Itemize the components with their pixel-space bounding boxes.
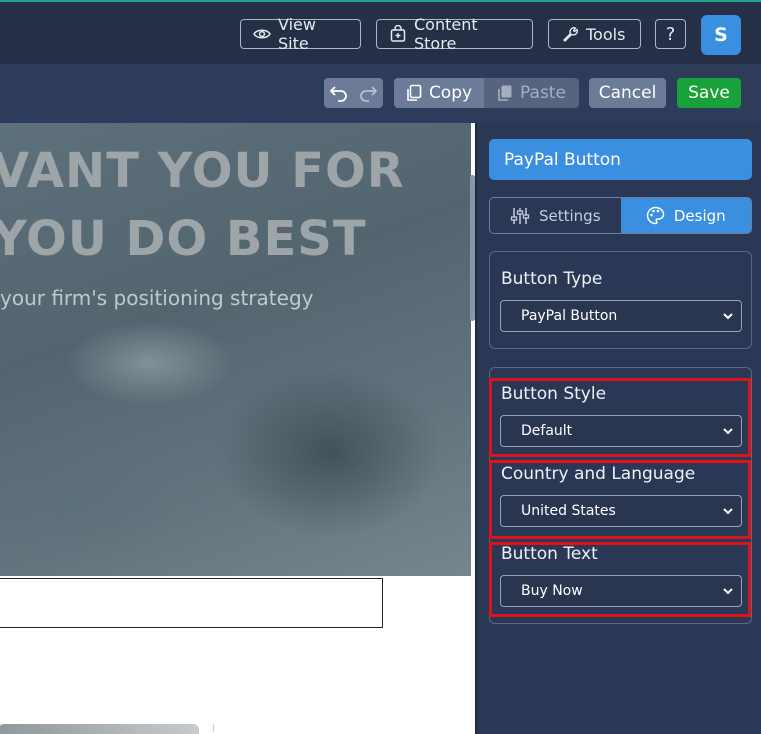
button-type-select[interactable]: PayPal Button: [500, 300, 742, 332]
highlight-button-text: [489, 542, 751, 617]
divider: [213, 724, 214, 732]
eye-icon: [253, 29, 271, 39]
view-site-label: View Site: [278, 15, 316, 53]
hero-section[interactable]: VANT YOU FOR YOU DO BEST your firm's pos…: [0, 123, 471, 576]
undo-redo-group: [324, 78, 383, 108]
copy-icon: [407, 84, 422, 101]
chevron-down-icon: [723, 313, 733, 320]
save-label: Save: [688, 83, 730, 103]
properties-panel: PayPal Button Settings Design Button Typ…: [475, 123, 761, 734]
copy-button[interactable]: Copy: [394, 78, 484, 108]
sliders-icon: [510, 207, 530, 224]
highlight-country-language: [489, 460, 751, 539]
tab-settings-label: Settings: [538, 206, 601, 225]
copy-label: Copy: [428, 83, 473, 103]
editor-toolbar: Copy Paste Cancel Save: [0, 64, 761, 123]
selected-paypal-button-block[interactable]: [0, 578, 383, 628]
redo-button[interactable]: [353, 78, 382, 108]
highlight-button-style: [489, 378, 751, 457]
hero-subheadline: your firm's positioning strategy: [0, 286, 314, 310]
hero-headline-line2: YOU DO BEST: [0, 211, 367, 267]
copy-paste-group: Copy Paste: [394, 78, 579, 108]
cancel-button[interactable]: Cancel: [589, 78, 666, 108]
redo-icon: [359, 86, 377, 102]
paste-icon: [498, 85, 512, 101]
page-preview-canvas[interactable]: VANT YOU FOR YOU DO BEST your firm's pos…: [0, 123, 471, 734]
paste-button[interactable]: Paste: [484, 78, 579, 108]
tab-design-label: Design: [673, 206, 726, 225]
palette-icon: [646, 206, 665, 225]
store-icon: [390, 25, 406, 42]
user-avatar[interactable]: S: [701, 15, 741, 55]
tab-design[interactable]: Design: [620, 198, 751, 233]
panel-title: PayPal Button: [489, 139, 752, 180]
panel-tabs: Settings Design: [489, 197, 752, 234]
button-type-label: Button Type: [501, 269, 603, 289]
help-button[interactable]: ?: [655, 19, 686, 49]
hero-headline-line1: VANT YOU FOR: [0, 143, 405, 199]
content-store-label: Content Store: [414, 15, 478, 53]
view-site-button[interactable]: View Site: [240, 15, 361, 53]
save-button[interactable]: Save: [677, 78, 741, 108]
image-thumbnail: [0, 724, 199, 734]
undo-icon: [329, 86, 347, 102]
cancel-label: Cancel: [598, 83, 657, 103]
paste-label: Paste: [520, 83, 566, 103]
top-bar: View Site Content Store Tools ? S: [0, 0, 761, 64]
avatar-initial: S: [714, 24, 728, 46]
wrench-icon: [563, 27, 578, 42]
tab-settings[interactable]: Settings: [490, 198, 621, 233]
tools-button[interactable]: Tools: [548, 19, 641, 49]
content-store-button[interactable]: Content Store: [376, 15, 533, 53]
help-icon: ?: [665, 23, 676, 45]
button-type-group: Button Type PayPal Button: [489, 251, 752, 349]
undo-button[interactable]: [324, 78, 353, 108]
button-type-value: PayPal Button: [521, 308, 618, 324]
tools-label: Tools: [586, 24, 626, 44]
